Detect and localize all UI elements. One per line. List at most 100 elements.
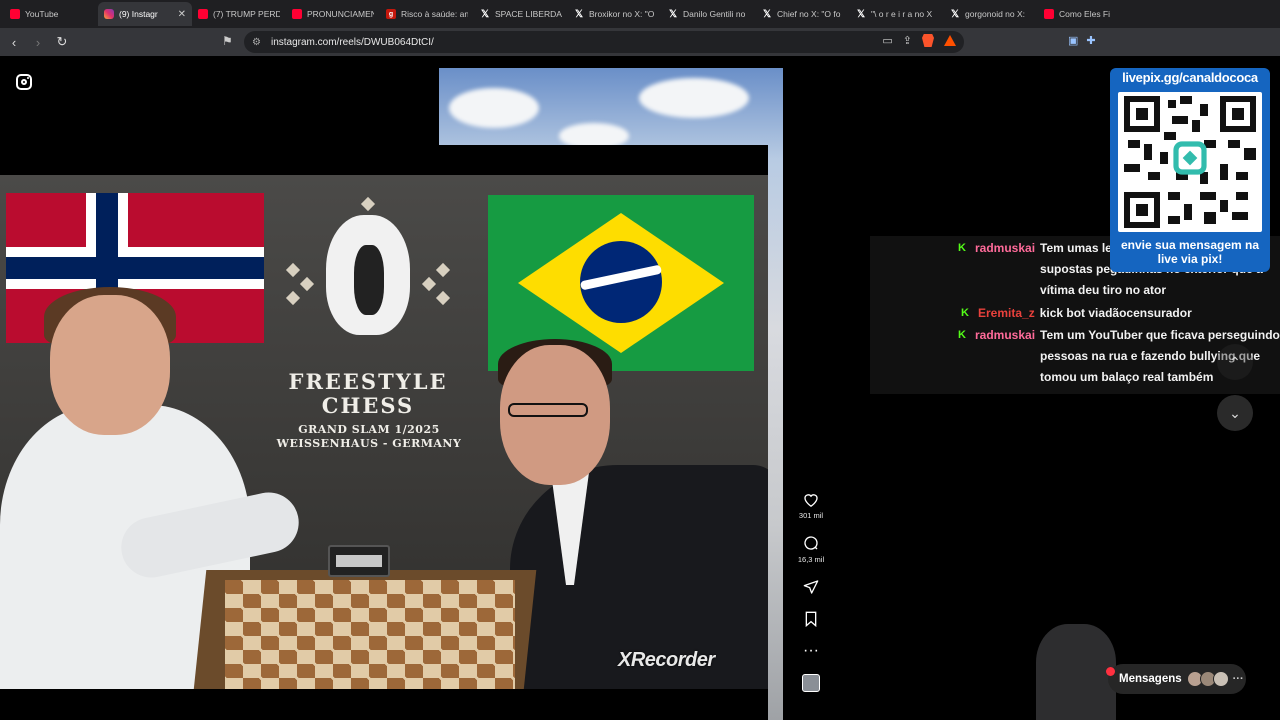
close-icon[interactable]: ✕: [178, 9, 186, 20]
cast-icon[interactable]: ▭: [882, 34, 892, 47]
g1-icon: g: [386, 9, 396, 19]
chevron-up-icon: ⌃: [1229, 353, 1241, 370]
tab-label: Chief no X: "O fo: [777, 9, 841, 19]
tab-space-liberdade[interactable]: 𝕏 SPACE LIBERDAD: [474, 2, 568, 26]
extension-icon[interactable]: ▣: [1068, 34, 1078, 47]
more-action[interactable]: ···: [802, 642, 820, 660]
tab-label: (9) Instagr: [119, 9, 158, 19]
tab-danilo[interactable]: 𝕏 Danilo Gentili no: [662, 2, 756, 26]
stream-video-overlay[interactable]: FREESTYLE CHESS GRAND SLAM 1/2025 WEISSE…: [0, 145, 768, 720]
x-icon: 𝕏: [574, 8, 584, 20]
tab-gorgonoid[interactable]: 𝕏gorgonoid no X:: [944, 2, 1038, 26]
x-icon: 𝕏: [668, 8, 678, 20]
reel-actions: 301 mil 16,3 mil ···: [796, 490, 826, 706]
event-subtitle: GRAND SLAM 1/2025 WEISSENHAUS - GERMANY: [255, 423, 483, 451]
site-settings-icon[interactable]: ⚙: [252, 37, 261, 48]
tab-g1[interactable]: g Risco à saúde: an: [380, 2, 474, 26]
back-icon[interactable]: ‹: [4, 32, 24, 52]
share-icon[interactable]: ⇪: [903, 34, 912, 47]
messages-button[interactable]: Mensagens ···: [1106, 664, 1246, 694]
bookmark-icon[interactable]: [802, 610, 820, 628]
avatar: [1212, 671, 1229, 687]
more-icon: ···: [1232, 673, 1244, 685]
tab-trump[interactable]: (7) TRUMP PERDE: [192, 2, 286, 26]
bookmark-icon[interactable]: ⚑: [222, 34, 236, 50]
x-icon: 𝕏: [856, 8, 866, 20]
tab-chief[interactable]: 𝕏 Chief no X: "O fo: [756, 2, 850, 26]
youtube-icon: [1044, 9, 1054, 19]
browser-toolbar: ‹ › ↻ ⚑ ⚙ instagram.com/reels/DWUB064DtC…: [0, 28, 1280, 56]
tab-label: Como Eles Fi: [1059, 9, 1111, 19]
tab-label: Risco à saúde: an: [401, 9, 468, 19]
youtube-icon: [10, 9, 20, 19]
previous-reel-button[interactable]: ⌃: [1217, 344, 1253, 380]
kick-badge-icon: K: [958, 242, 966, 254]
send-icon[interactable]: [802, 578, 820, 596]
more-icon[interactable]: ···: [802, 642, 820, 660]
chess-video-frame: FREESTYLE CHESS GRAND SLAM 1/2025 WEISSE…: [0, 175, 768, 689]
like-action[interactable]: 301 mil: [799, 490, 823, 520]
kick-badge-icon: K: [961, 307, 969, 319]
chat-message: K Eremita_z kick bot viadãocensurador: [961, 303, 1280, 324]
instagram-icon: [104, 9, 114, 19]
x-icon: 𝕏: [950, 8, 960, 20]
comment-action[interactable]: 16,3 mil: [798, 534, 824, 564]
puzzle-icon[interactable]: ✚: [1086, 34, 1095, 47]
tab-pronunciamento[interactable]: PRONUNCIAMEN: [286, 2, 380, 26]
tab-label: Danilo Gentili no: [683, 9, 746, 19]
like-count: 301 mil: [798, 511, 824, 520]
event-subtitle-line1: GRAND SLAM 1/2025: [298, 423, 440, 436]
pix-qr-code: [1118, 92, 1262, 232]
url-text: instagram.com/reels/DWUB064DtCI/: [270, 36, 434, 48]
comment-count: 16,3 mil: [797, 555, 825, 564]
chat-username: radmuskai: [975, 328, 1036, 342]
event-title: FREESTYLE CHESS: [288, 369, 448, 418]
tab-moreira[interactable]: 𝕏 "\ o r e i r a no X: [850, 2, 944, 26]
comment-icon[interactable]: [802, 534, 820, 552]
address-bar[interactable]: ⚙ instagram.com/reels/DWUB064DtCI/ ▭ ⇪: [244, 31, 964, 53]
x-icon: 𝕏: [762, 8, 772, 20]
extensions-area: ▣ ✚: [1068, 34, 1096, 47]
next-reel-button[interactable]: ⌄: [1217, 395, 1253, 431]
cloud-decoration: [639, 78, 749, 118]
chevron-down-icon: ⌄: [1229, 404, 1241, 421]
chess-clock: [328, 545, 390, 577]
forward-icon[interactable]: ›: [28, 32, 48, 52]
chess-board: [225, 580, 515, 689]
audio-action[interactable]: [802, 674, 820, 692]
tab-label: gorgonoid no X:: [965, 9, 1026, 19]
tab-youtube[interactable]: YouTube: [4, 2, 98, 26]
tab-label: YouTube: [25, 9, 59, 19]
notification-dot-icon: [1106, 667, 1115, 676]
youtube-icon: [292, 9, 302, 19]
chat-username: Eremita_z: [978, 306, 1035, 320]
instagram-reels-page: FREESTYLE CHESS GRAND SLAM 1/2025 WEISSE…: [0, 56, 1280, 720]
tab-como-eles[interactable]: Como Eles Fi: [1038, 2, 1132, 26]
heart-icon[interactable]: [802, 490, 820, 508]
brave-shields-icon[interactable]: [922, 34, 934, 47]
audio-thumbnail-icon[interactable]: [802, 674, 820, 692]
messages-label: Mensagens: [1119, 673, 1182, 685]
tab-instagram[interactable]: (9) Instagr ✕: [98, 2, 192, 26]
instagram-logo-icon[interactable]: [16, 74, 32, 90]
x-icon: 𝕏: [480, 8, 490, 20]
cloud-decoration: [449, 88, 539, 128]
reload-icon[interactable]: ↻: [52, 32, 72, 52]
save-action[interactable]: [802, 610, 820, 628]
livepix-url: livepix.gg/canaldococa: [1122, 70, 1258, 85]
chair-silhouette: [1036, 624, 1116, 720]
tab-label: PRONUNCIAMEN: [307, 9, 374, 19]
event-subtitle-line2: WEISSENHAUS - GERMANY: [276, 437, 462, 450]
share-action[interactable]: [802, 578, 820, 596]
tab-label: (7) TRUMP PERDE: [213, 9, 280, 19]
tab-broxikor[interactable]: 𝕏 Broxikor no X: "O: [568, 2, 662, 26]
livepix-caption: envie sua mensagem na live via pix!: [1120, 238, 1260, 266]
chat-username: radmuskai: [975, 241, 1036, 255]
omnibox-actions: ▭ ⇪: [882, 34, 956, 47]
brave-rewards-icon[interactable]: [944, 35, 956, 46]
xrecorder-watermark: XRecorder: [618, 649, 715, 671]
chat-text: kick bot viadãocensurador: [1039, 306, 1192, 320]
livepix-panel: livepix.gg/canaldococa envie sua mensage…: [1110, 68, 1270, 272]
tab-label: Broxikor no X: "O: [589, 9, 655, 19]
tab-strip: YouTube (9) Instagr ✕ (7) TRUMP PERDE PRO…: [0, 0, 1280, 28]
